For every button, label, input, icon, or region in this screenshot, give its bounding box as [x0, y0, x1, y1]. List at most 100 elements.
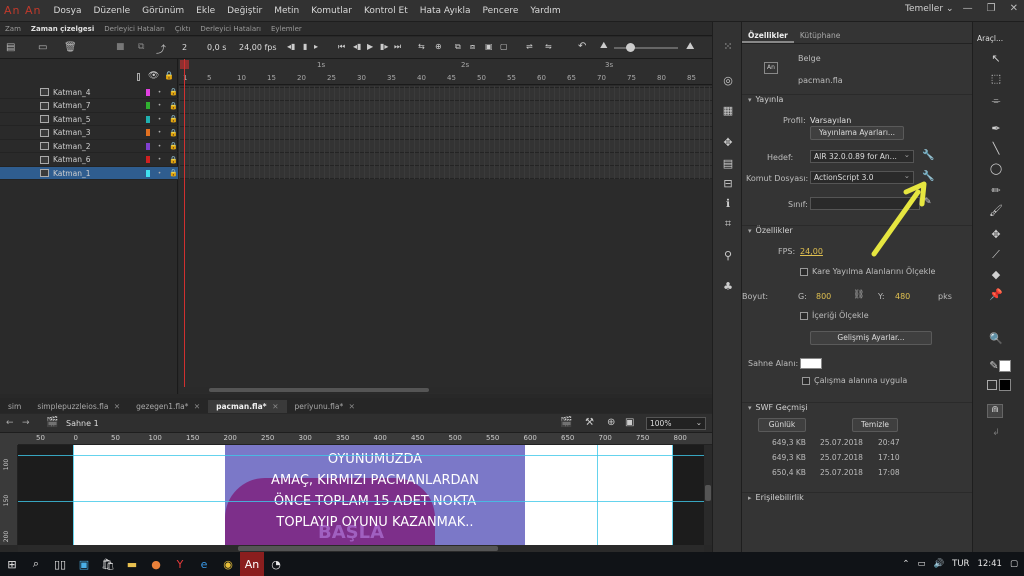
- vertical-ruler[interactable]: 100 150 200: [0, 445, 18, 545]
- layer-name[interactable]: Katman_1: [53, 169, 133, 178]
- pen-tool-icon[interactable]: ✒: [989, 122, 1003, 136]
- ink-bottle-icon[interactable]: ⟋: [989, 248, 1003, 262]
- play-icon[interactable]: ▶: [367, 42, 373, 51]
- stroke-color-swatch[interactable]: [999, 360, 1011, 372]
- graph-icon[interactable]: ⤴: [156, 41, 166, 56]
- close-button[interactable]: ✕: [1010, 3, 1018, 14]
- forward-arrow-icon[interactable]: →: [22, 418, 30, 428]
- frame-grid[interactable]: [179, 86, 712, 179]
- properties-panel-icon[interactable]: ⁙: [721, 40, 735, 54]
- menu-dosya[interactable]: Dosya: [48, 6, 88, 16]
- zoom-in-icon[interactable]: ⛰: [686, 41, 694, 52]
- frame-number[interactable]: 10: [237, 74, 246, 82]
- layer-row[interactable]: Katman_4 • 🔒: [0, 86, 178, 99]
- frame-number[interactable]: 65: [567, 74, 576, 82]
- wrench-icon[interactable]: 🔧: [922, 150, 934, 161]
- publish-settings-button[interactable]: Yayınlama Ayarları...: [810, 126, 904, 140]
- pencil-tool-icon[interactable]: ✏: [989, 184, 1003, 198]
- motion-presets-icon[interactable]: ⚲: [721, 249, 735, 263]
- layer-row[interactable]: Katman_5 • 🔒: [0, 113, 178, 126]
- height-value[interactable]: 480: [895, 292, 910, 301]
- snap-icon[interactable]: ⋒: [987, 404, 1003, 418]
- frame-number[interactable]: 15: [267, 74, 276, 82]
- frame-number[interactable]: 55: [507, 74, 516, 82]
- lock-icon[interactable]: 🔒: [164, 71, 174, 80]
- timeline-scrollbar[interactable]: [179, 387, 712, 393]
- close-icon[interactable]: ✕: [114, 402, 120, 411]
- fps-value[interactable]: 24,00: [800, 247, 823, 256]
- horizontal-ruler[interactable]: 50 0 50 100 150 200 250 300 350 400 450 500 550 600 65…: [18, 433, 712, 445]
- close-icon[interactable]: ✕: [272, 402, 278, 411]
- transform-icon[interactable]: ⌗: [721, 217, 735, 231]
- scene-label[interactable]: Sahne 1: [66, 419, 99, 428]
- swatches-icon[interactable]: ▦: [721, 104, 735, 118]
- loop-icon[interactable]: ⇆: [418, 42, 425, 51]
- firefox-icon[interactable]: ●: [144, 552, 168, 576]
- layer-outline-color[interactable]: [145, 115, 150, 123]
- visibility-dot-icon[interactable]: •: [158, 89, 162, 96]
- width-value[interactable]: 800: [816, 292, 831, 301]
- minimize-button[interactable]: —: [963, 3, 973, 14]
- pin-tool-icon[interactable]: 📌: [989, 288, 1003, 302]
- swf-history-section-header[interactable]: ▾ SWF Geçmişi: [742, 402, 972, 416]
- frame-number[interactable]: 20: [297, 74, 306, 82]
- frame-number[interactable]: 25: [327, 74, 336, 82]
- first-frame-icon[interactable]: ⏮: [338, 42, 345, 52]
- color-icon[interactable]: ◎: [721, 74, 735, 88]
- frame-number[interactable]: 5: [207, 74, 211, 82]
- visibility-dot-icon[interactable]: •: [158, 143, 162, 150]
- shape-tween-icon[interactable]: ⇋: [545, 42, 552, 51]
- frame-number[interactable]: 40: [417, 74, 426, 82]
- fill-color-icon[interactable]: [987, 380, 997, 390]
- advanced-settings-button[interactable]: Gelişmiş Ayarlar...: [810, 331, 932, 345]
- menu-hata-ayikla[interactable]: Hata Ayıkla: [414, 6, 477, 16]
- prev-keyframe-icon[interactable]: ◂▮: [287, 42, 295, 51]
- current-frame[interactable]: 2: [182, 43, 187, 52]
- layer-row[interactable]: Katman_7 • 🔒: [0, 100, 178, 113]
- next-keyframe-icon[interactable]: ▸: [314, 42, 318, 51]
- close-icon[interactable]: ✕: [349, 402, 355, 411]
- lock-icon[interactable]: 🔒: [169, 102, 178, 110]
- oval-tool-icon[interactable]: ◯: [989, 162, 1003, 176]
- document-tab[interactable]: sim: [0, 400, 29, 413]
- search-icon[interactable]: ⌕: [24, 552, 48, 576]
- frame-number[interactable]: 50: [477, 74, 486, 82]
- stage-pasteboard[interactable]: BAŞLA OYUNUMUZDA AMAÇ, KIRMIZI PACMANLAR…: [18, 445, 704, 545]
- accessibility-section-header[interactable]: ▸ Erişilebilirlik: [742, 492, 972, 506]
- stage-horizontal-scrollbar[interactable]: [18, 545, 704, 552]
- zoom-slider-handle[interactable]: [626, 43, 635, 52]
- center-stage-icon[interactable]: ⊕: [607, 417, 615, 428]
- lock-icon[interactable]: 🔒: [169, 156, 178, 164]
- layer-name[interactable]: Katman_5: [53, 115, 133, 124]
- zoom-tool-icon[interactable]: 🔍: [989, 332, 1003, 346]
- layer-name[interactable]: Katman_7: [53, 101, 133, 110]
- tab-actions[interactable]: Eylemler: [266, 25, 307, 33]
- lasso-icon[interactable]: ⌯: [989, 94, 1003, 108]
- clip-icon[interactable]: ▣: [625, 417, 634, 428]
- document-tab[interactable]: simplepuzzleios.fla ✕: [29, 400, 128, 413]
- target-select[interactable]: AIR 32.0.0.89 for An...: [810, 150, 914, 163]
- layer-name[interactable]: Katman_2: [53, 142, 133, 151]
- stage-vscroll-thumb[interactable]: [705, 485, 711, 501]
- zoom-out-icon[interactable]: ⛰: [600, 41, 608, 51]
- edge-icon[interactable]: e: [192, 552, 216, 576]
- publish-section-header[interactable]: ▾ Yayınla: [742, 94, 972, 108]
- tab-zam[interactable]: Zam: [0, 25, 26, 33]
- visibility-dot-icon[interactable]: •: [158, 116, 162, 123]
- store-icon[interactable]: ▣: [72, 552, 96, 576]
- visibility-dot-icon[interactable]: •: [158, 156, 162, 163]
- guide-line[interactable]: [73, 445, 74, 545]
- stage-color-swatch[interactable]: [800, 358, 822, 369]
- tab-output[interactable]: Çıktı: [170, 25, 196, 33]
- guide-line[interactable]: [597, 445, 598, 545]
- smooth-icon[interactable]: ↲: [989, 426, 1003, 440]
- menu-gorunum[interactable]: Görünüm: [136, 6, 190, 16]
- frame-ruler[interactable]: 1 5 10 15 20 25 30 35 40 45 50 55 60 65 70 75 80 85 1s 2s 3s: [179, 59, 712, 85]
- visibility-dot-icon[interactable]: •: [158, 129, 162, 136]
- selection-tool-icon[interactable]: ↖: [989, 52, 1003, 66]
- document-tab[interactable]: periyunu.fla* ✕: [287, 400, 363, 413]
- maximize-button[interactable]: ❐: [987, 3, 996, 14]
- frame-number[interactable]: 30: [357, 74, 366, 82]
- new-folder-icon[interactable]: ▭: [38, 42, 47, 53]
- language-indicator[interactable]: TUR: [952, 559, 969, 569]
